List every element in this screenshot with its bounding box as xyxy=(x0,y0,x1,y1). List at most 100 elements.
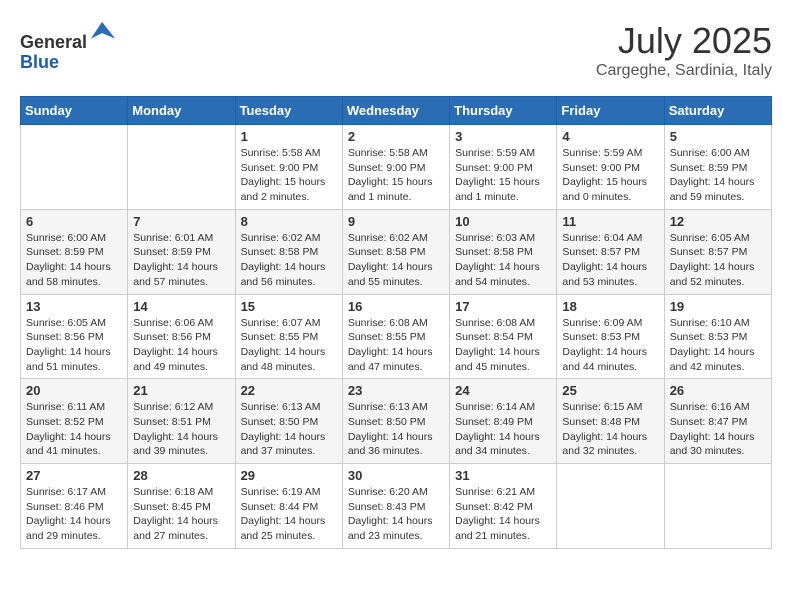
calendar-cell: 19 Sunrise: 6:10 AMSunset: 8:53 PMDayligh… xyxy=(664,294,771,379)
logo-icon xyxy=(89,20,117,48)
day-number: 23 xyxy=(348,383,444,398)
day-number: 20 xyxy=(26,383,122,398)
day-info: Sunrise: 6:13 AMSunset: 8:50 PMDaylight:… xyxy=(241,400,337,459)
day-info: Sunrise: 6:11 AMSunset: 8:52 PMDaylight:… xyxy=(26,400,122,459)
calendar-week-2: 6 Sunrise: 6:00 AMSunset: 8:59 PMDaylight… xyxy=(21,209,772,294)
calendar-cell: 23 Sunrise: 6:13 AMSunset: 8:50 PMDayligh… xyxy=(342,379,449,464)
day-info: Sunrise: 6:05 AMSunset: 8:56 PMDaylight:… xyxy=(26,316,122,375)
weekday-header-monday: Monday xyxy=(128,97,235,125)
day-info: Sunrise: 6:09 AMSunset: 8:53 PMDaylight:… xyxy=(562,316,658,375)
day-number: 6 xyxy=(26,214,122,229)
day-number: 5 xyxy=(670,129,766,144)
calendar-cell: 1 Sunrise: 5:58 AMSunset: 9:00 PMDaylight… xyxy=(235,125,342,210)
day-info: Sunrise: 6:13 AMSunset: 8:50 PMDaylight:… xyxy=(348,400,444,459)
day-info: Sunrise: 6:21 AMSunset: 8:42 PMDaylight:… xyxy=(455,485,551,544)
calendar-cell: 12 Sunrise: 6:05 AMSunset: 8:57 PMDayligh… xyxy=(664,209,771,294)
day-number: 11 xyxy=(562,214,658,229)
title-block: July 2025 Cargeghe, Sardinia, Italy xyxy=(596,20,772,80)
calendar-cell: 18 Sunrise: 6:09 AMSunset: 8:53 PMDayligh… xyxy=(557,294,664,379)
weekday-header-tuesday: Tuesday xyxy=(235,97,342,125)
day-info: Sunrise: 6:02 AMSunset: 8:58 PMDaylight:… xyxy=(241,231,337,290)
calendar-cell: 30 Sunrise: 6:20 AMSunset: 8:43 PMDayligh… xyxy=(342,464,449,549)
weekday-header-thursday: Thursday xyxy=(450,97,557,125)
logo-general-text: General xyxy=(20,32,87,52)
calendar-week-5: 27 Sunrise: 6:17 AMSunset: 8:46 PMDayligh… xyxy=(21,464,772,549)
weekday-header-friday: Friday xyxy=(557,97,664,125)
day-number: 10 xyxy=(455,214,551,229)
calendar-week-4: 20 Sunrise: 6:11 AMSunset: 8:52 PMDayligh… xyxy=(21,379,772,464)
location-title: Cargeghe, Sardinia, Italy xyxy=(596,62,772,80)
day-info: Sunrise: 6:08 AMSunset: 8:55 PMDaylight:… xyxy=(348,316,444,375)
day-info: Sunrise: 6:05 AMSunset: 8:57 PMDaylight:… xyxy=(670,231,766,290)
calendar-cell: 21 Sunrise: 6:12 AMSunset: 8:51 PMDayligh… xyxy=(128,379,235,464)
calendar-cell: 4 Sunrise: 5:59 AMSunset: 9:00 PMDaylight… xyxy=(557,125,664,210)
calendar-cell xyxy=(664,464,771,549)
calendar-header-row: SundayMondayTuesdayWednesdayThursdayFrid… xyxy=(21,97,772,125)
calendar-cell: 15 Sunrise: 6:07 AMSunset: 8:55 PMDayligh… xyxy=(235,294,342,379)
day-info: Sunrise: 6:12 AMSunset: 8:51 PMDaylight:… xyxy=(133,400,229,459)
weekday-header-saturday: Saturday xyxy=(664,97,771,125)
day-number: 12 xyxy=(670,214,766,229)
day-number: 1 xyxy=(241,129,337,144)
calendar-cell: 24Sunrise: 6:14 AMSunset: 8:49 PMDayligh… xyxy=(450,379,557,464)
day-number: 2 xyxy=(348,129,444,144)
logo: General Blue xyxy=(20,20,117,73)
day-number: 7 xyxy=(133,214,229,229)
day-number: 19 xyxy=(670,299,766,314)
day-number: 31 xyxy=(455,468,551,483)
day-info: Sunrise: 6:08 AMSunset: 8:54 PMDaylight:… xyxy=(455,316,551,375)
calendar-cell xyxy=(557,464,664,549)
calendar-table: SundayMondayTuesdayWednesdayThursdayFrid… xyxy=(20,96,772,549)
calendar-cell: 2 Sunrise: 5:58 AMSunset: 9:00 PMDaylight… xyxy=(342,125,449,210)
day-info: Sunrise: 6:14 AMSunset: 8:49 PMDaylight:… xyxy=(455,400,551,459)
day-info: Sunrise: 5:58 AMSunset: 9:00 PMDaylight:… xyxy=(348,146,444,205)
day-number: 8 xyxy=(241,214,337,229)
day-info: Sunrise: 6:02 AMSunset: 8:58 PMDaylight:… xyxy=(348,231,444,290)
day-info: Sunrise: 5:59 AMSunset: 9:00 PMDaylight:… xyxy=(562,146,658,205)
day-info: Sunrise: 6:00 AMSunset: 8:59 PMDaylight:… xyxy=(26,231,122,290)
calendar-cell: 28 Sunrise: 6:18 AMSunset: 8:45 PMDayligh… xyxy=(128,464,235,549)
day-number: 15 xyxy=(241,299,337,314)
calendar-cell xyxy=(21,125,128,210)
day-number: 18 xyxy=(562,299,658,314)
calendar-cell: 29Sunrise: 6:19 AMSunset: 8:44 PMDayligh… xyxy=(235,464,342,549)
day-info: Sunrise: 6:03 AMSunset: 8:58 PMDaylight:… xyxy=(455,231,551,290)
calendar-cell: 27 Sunrise: 6:17 AMSunset: 8:46 PMDayligh… xyxy=(21,464,128,549)
day-info: Sunrise: 6:16 AMSunset: 8:47 PMDaylight:… xyxy=(670,400,766,459)
calendar-cell xyxy=(128,125,235,210)
day-info: Sunrise: 6:10 AMSunset: 8:53 PMDaylight:… xyxy=(670,316,766,375)
day-number: 16 xyxy=(348,299,444,314)
day-info: Sunrise: 6:17 AMSunset: 8:46 PMDaylight:… xyxy=(26,485,122,544)
day-number: 13 xyxy=(26,299,122,314)
calendar-cell: 5 Sunrise: 6:00 AMSunset: 8:59 PMDaylight… xyxy=(664,125,771,210)
day-number: 25 xyxy=(562,383,658,398)
day-info: Sunrise: 5:59 AMSunset: 9:00 PMDaylight:… xyxy=(455,146,551,205)
calendar-cell: 16 Sunrise: 6:08 AMSunset: 8:55 PMDayligh… xyxy=(342,294,449,379)
day-number: 27 xyxy=(26,468,122,483)
day-number: 9 xyxy=(348,214,444,229)
calendar-cell: 7Sunrise: 6:01 AMSunset: 8:59 PMDaylight… xyxy=(128,209,235,294)
day-number: 17 xyxy=(455,299,551,314)
day-number: 22 xyxy=(241,383,337,398)
day-number: 30 xyxy=(348,468,444,483)
day-info: Sunrise: 6:00 AMSunset: 8:59 PMDaylight:… xyxy=(670,146,766,205)
calendar-cell: 31 Sunrise: 6:21 AMSunset: 8:42 PMDayligh… xyxy=(450,464,557,549)
calendar-cell: 10 Sunrise: 6:03 AMSunset: 8:58 PMDayligh… xyxy=(450,209,557,294)
page-header: General Blue July 2025 Cargeghe, Sardini… xyxy=(20,20,772,80)
day-info: Sunrise: 6:18 AMSunset: 8:45 PMDaylight:… xyxy=(133,485,229,544)
calendar-cell: 8 Sunrise: 6:02 AMSunset: 8:58 PMDaylight… xyxy=(235,209,342,294)
calendar-cell: 26 Sunrise: 6:16 AMSunset: 8:47 PMDayligh… xyxy=(664,379,771,464)
day-number: 26 xyxy=(670,383,766,398)
day-info: Sunrise: 6:20 AMSunset: 8:43 PMDaylight:… xyxy=(348,485,444,544)
calendar-week-3: 13 Sunrise: 6:05 AMSunset: 8:56 PMDayligh… xyxy=(21,294,772,379)
calendar-cell: 20 Sunrise: 6:11 AMSunset: 8:52 PMDayligh… xyxy=(21,379,128,464)
day-info: Sunrise: 5:58 AMSunset: 9:00 PMDaylight:… xyxy=(241,146,337,205)
day-number: 4 xyxy=(562,129,658,144)
day-number: 14 xyxy=(133,299,229,314)
calendar-cell: 22 Sunrise: 6:13 AMSunset: 8:50 PMDayligh… xyxy=(235,379,342,464)
calendar-cell: 14Sunrise: 6:06 AMSunset: 8:56 PMDayligh… xyxy=(128,294,235,379)
day-info: Sunrise: 6:07 AMSunset: 8:55 PMDaylight:… xyxy=(241,316,337,375)
day-number: 28 xyxy=(133,468,229,483)
day-number: 21 xyxy=(133,383,229,398)
calendar-cell: 11Sunrise: 6:04 AMSunset: 8:57 PMDayligh… xyxy=(557,209,664,294)
